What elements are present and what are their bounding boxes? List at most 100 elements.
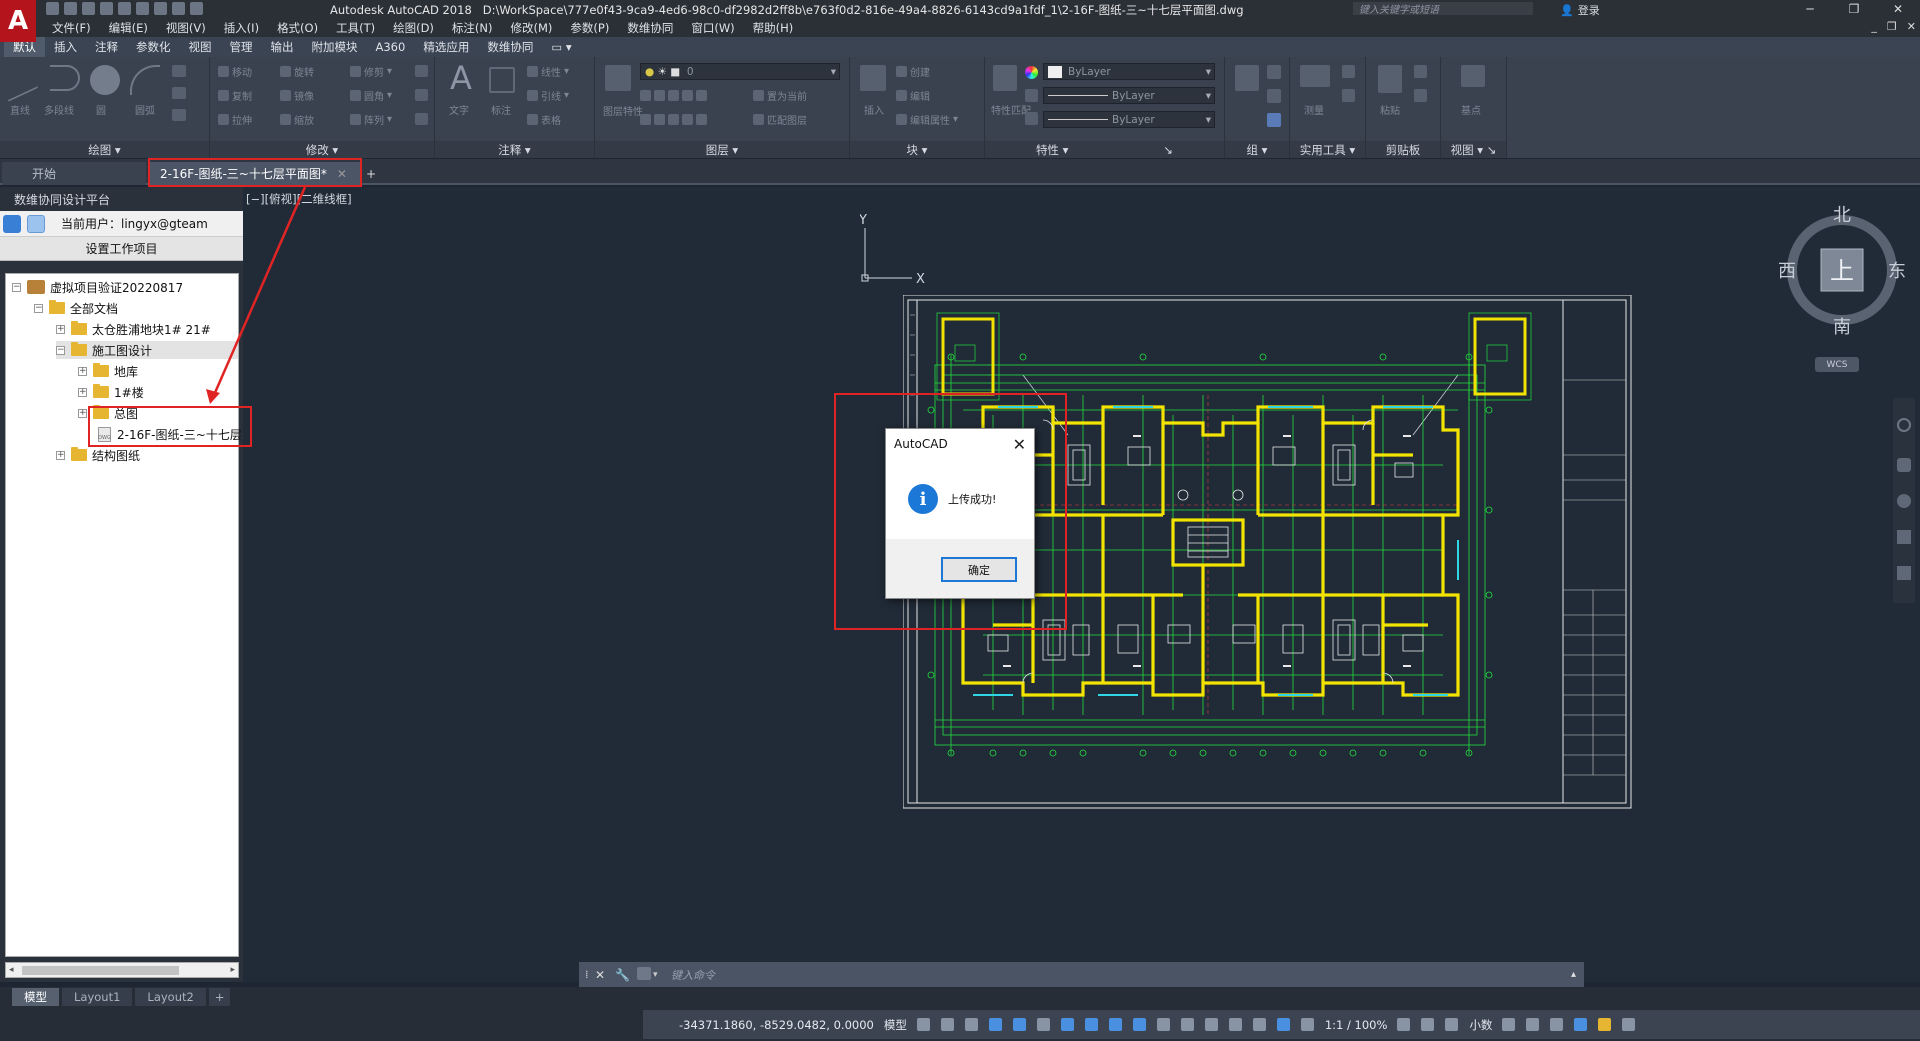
tree-node-all-docs[interactable]: − 全部文档 bbox=[34, 299, 118, 317]
tab-layout1[interactable]: Layout1 bbox=[62, 988, 133, 1006]
group-annotate-label[interactable]: 注释 ▾ bbox=[435, 141, 594, 158]
linetype-icon[interactable] bbox=[1025, 89, 1038, 102]
polar-icon[interactable] bbox=[1012, 1018, 1026, 1031]
circle-icon[interactable] bbox=[90, 65, 120, 95]
match-properties-icon[interactable] bbox=[993, 65, 1017, 91]
scroll-left-icon[interactable]: ◂ bbox=[9, 965, 14, 975]
tab-a360[interactable]: A360 bbox=[367, 37, 415, 57]
offset-icon[interactable] bbox=[415, 113, 428, 125]
cmd-history-icon[interactable]: ▾ bbox=[653, 970, 658, 980]
command-input[interactable]: 键入命令 bbox=[671, 967, 715, 983]
copy-tool[interactable]: 复制 bbox=[218, 89, 252, 103]
group-icon[interactable] bbox=[1235, 65, 1259, 91]
workspace-gear-icon[interactable] bbox=[1397, 1018, 1411, 1031]
doc-close-icon[interactable]: ✕ bbox=[1907, 20, 1916, 33]
new-tab-button[interactable]: + bbox=[362, 162, 380, 185]
paste-icon[interactable] bbox=[1378, 65, 1402, 93]
isolate-objects-icon[interactable] bbox=[1550, 1018, 1564, 1031]
autocad-logo-icon[interactable]: A bbox=[0, 0, 36, 42]
set-project-button[interactable]: 设置工作项目 bbox=[0, 237, 243, 261]
layer-tools-row1[interactable] bbox=[640, 89, 707, 101]
trim-tool[interactable]: 修剪 ▾ bbox=[350, 65, 392, 79]
dynamic-ucs-icon[interactable] bbox=[1204, 1018, 1218, 1031]
expand-icon[interactable]: + bbox=[56, 450, 65, 460]
group-properties-label[interactable]: 特性 ▾ ↘ bbox=[985, 141, 1224, 158]
login-label[interactable]: 登录 bbox=[1578, 2, 1600, 18]
tree-node-building1[interactable]: +1#楼 bbox=[78, 383, 144, 401]
fillet-tool[interactable]: 圆角 ▾ bbox=[350, 89, 392, 103]
table-tool[interactable]: 表格 bbox=[527, 113, 561, 127]
menu-tools[interactable]: 工具(T) bbox=[336, 20, 375, 36]
login-area[interactable]: 👤 登录 bbox=[1560, 2, 1600, 18]
selection-cycling-icon[interactable] bbox=[1156, 1018, 1170, 1031]
menu-parametric[interactable]: 参数(P) bbox=[570, 20, 609, 36]
mirror-tool[interactable]: 镜像 bbox=[280, 89, 314, 103]
edit-block-tool[interactable]: 编辑 bbox=[896, 89, 930, 103]
model-space-toggle[interactable]: 模型 bbox=[884, 1017, 907, 1033]
expand-icon[interactable]: + bbox=[56, 324, 65, 334]
stretch-tool[interactable]: 拉伸 bbox=[218, 113, 252, 127]
wcs-menu-button[interactable]: WCS bbox=[1815, 357, 1859, 372]
ellipse-icon[interactable] bbox=[172, 109, 186, 121]
ortho-icon[interactable] bbox=[988, 1018, 1002, 1031]
cmd-close-icon[interactable]: ✕ bbox=[595, 968, 605, 982]
polyline-icon[interactable] bbox=[50, 65, 80, 91]
menu-file[interactable]: 文件(F) bbox=[52, 20, 91, 36]
zoom-icon[interactable] bbox=[1897, 494, 1911, 508]
lineweight-dropdown[interactable]: ByLayer bbox=[1043, 111, 1215, 128]
tab-featured[interactable]: 精选应用 bbox=[414, 37, 478, 57]
object-snap-icon[interactable] bbox=[1084, 1018, 1098, 1031]
id-point-icon[interactable] bbox=[1342, 65, 1355, 78]
layer-tools-row2[interactable] bbox=[640, 113, 707, 125]
annotation-monitor-icon[interactable] bbox=[1421, 1018, 1435, 1031]
annotation-visibility-icon[interactable] bbox=[1276, 1018, 1290, 1031]
tab-manage[interactable]: 管理 bbox=[221, 37, 262, 57]
create-block-tool[interactable]: 创建 bbox=[896, 65, 930, 79]
measure-icon[interactable] bbox=[1300, 65, 1330, 87]
tab-model[interactable]: 模型 bbox=[12, 988, 59, 1006]
collapse-icon[interactable]: − bbox=[34, 303, 43, 313]
isodraft-icon[interactable] bbox=[1036, 1018, 1050, 1031]
customization-menu-icon[interactable] bbox=[1622, 1018, 1636, 1031]
pan-icon[interactable] bbox=[1897, 458, 1911, 472]
menu-format[interactable]: 格式(O) bbox=[277, 20, 318, 36]
add-layout-button[interactable]: + bbox=[208, 988, 231, 1006]
cmd-expand-icon[interactable]: ▴ bbox=[1571, 969, 1576, 980]
viewcube[interactable]: 上 北 南 东 西 bbox=[1777, 205, 1907, 335]
menu-modify[interactable]: 修改(M) bbox=[511, 20, 553, 36]
snap-icon[interactable] bbox=[940, 1018, 954, 1031]
tab-annotate[interactable]: 注释 bbox=[86, 37, 127, 57]
layer-properties-icon[interactable] bbox=[605, 65, 631, 91]
grid-icon[interactable] bbox=[916, 1018, 930, 1031]
hardware-accel-icon[interactable] bbox=[1574, 1018, 1588, 1031]
linear-tool[interactable]: 线性 ▾ bbox=[527, 65, 569, 79]
units-dropdown[interactable]: 小数 bbox=[1469, 1017, 1492, 1033]
explode-icon[interactable] bbox=[415, 89, 428, 101]
group-view-label[interactable]: 视图 ▾ ↘ bbox=[1441, 141, 1506, 158]
search-input[interactable]: 键入关键字或短语 bbox=[1353, 2, 1533, 16]
new-file-icon[interactable] bbox=[46, 2, 59, 15]
clean-screen-icon[interactable] bbox=[1598, 1018, 1612, 1031]
tree-node-construction[interactable]: − 施工图设计 bbox=[56, 341, 238, 359]
redo-icon[interactable] bbox=[172, 2, 185, 15]
basepoint-icon[interactable] bbox=[1461, 65, 1485, 87]
lineweight-display-icon[interactable] bbox=[1108, 1018, 1122, 1031]
tree-node-basement[interactable]: + 地库 bbox=[78, 362, 138, 380]
tree-node-structure[interactable]: + 结构图纸 bbox=[56, 446, 140, 464]
menu-insert[interactable]: 插入(I) bbox=[224, 20, 259, 36]
group-modify-label[interactable]: 修改 ▾ bbox=[210, 141, 434, 158]
tree-node-taicang[interactable]: + 太仓胜浦地块1# 21# bbox=[56, 320, 211, 338]
color-wheel-icon[interactable] bbox=[1025, 66, 1038, 79]
text-icon[interactable]: A bbox=[449, 62, 473, 94]
auto-scale-icon[interactable] bbox=[1300, 1018, 1314, 1031]
menu-collab[interactable]: 数维协同 bbox=[627, 20, 673, 36]
set-current-tool[interactable]: 置为当前 bbox=[753, 89, 807, 103]
group-draw-label[interactable]: 绘图 ▾ bbox=[0, 141, 209, 158]
open-file-icon[interactable] bbox=[64, 2, 77, 15]
group-group-label[interactable]: 组 ▾ bbox=[1225, 141, 1289, 158]
edit-attribute-tool[interactable]: 编辑属性 ▾ bbox=[896, 113, 958, 127]
save-as-icon[interactable] bbox=[100, 2, 113, 15]
array-tool[interactable]: 阵列 ▾ bbox=[350, 113, 392, 127]
viewport-controls-label[interactable]: [−][俯视][二维线框] bbox=[246, 191, 352, 207]
quick-properties-icon[interactable] bbox=[1502, 1018, 1516, 1031]
